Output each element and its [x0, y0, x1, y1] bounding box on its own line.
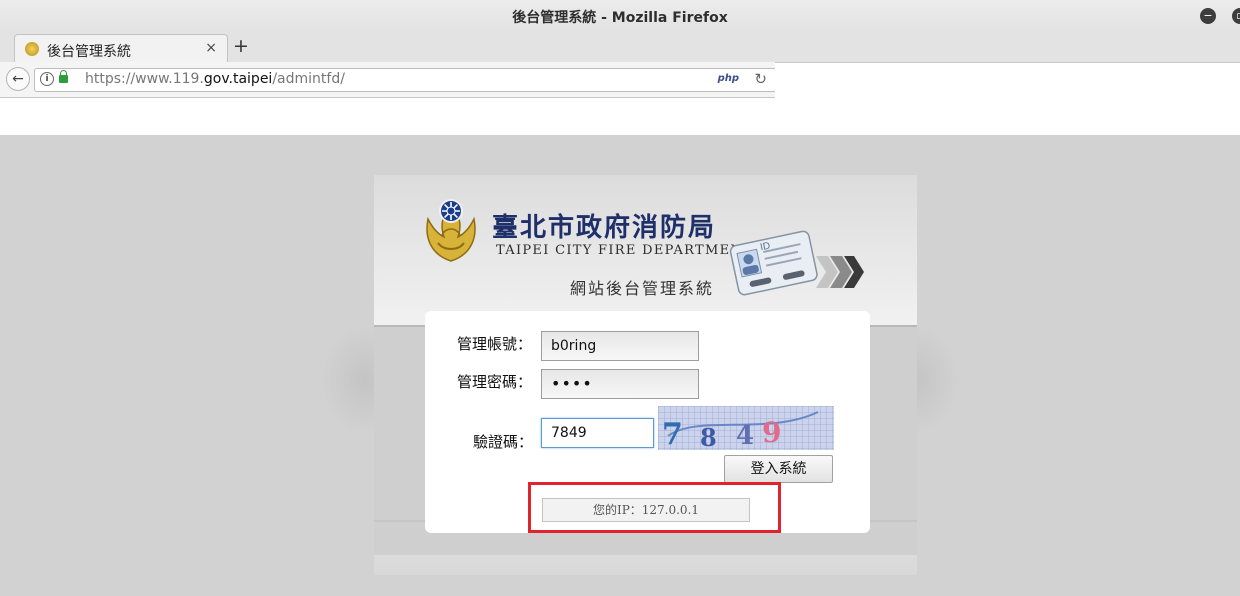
- url-prefix: https://www.119.: [85, 71, 204, 87]
- captcha-char: 7: [662, 417, 683, 450]
- password-input[interactable]: ••••: [541, 369, 699, 399]
- tab-admin-system[interactable]: 後台管理系統 ×: [14, 34, 228, 63]
- divider-line: [374, 325, 426, 327]
- php-badge: php: [717, 73, 739, 84]
- url-domain: gov.taipei: [203, 71, 273, 87]
- close-tab-icon[interactable]: ×: [205, 40, 217, 56]
- captcha-label: 驗證碼：: [473, 433, 534, 451]
- url-bar[interactable]: i https://www.119.gov.taipei/admintfd/ p…: [34, 68, 775, 92]
- url-path: /admintfd/: [272, 71, 345, 87]
- account-input[interactable]: b0ring: [541, 331, 699, 361]
- window-title: 後台管理系統 - Mozilla Firefox: [512, 10, 728, 26]
- navigation-bar: ← i https://www.119.gov.taipei/admintfd/…: [0, 62, 775, 98]
- captcha-char: 8: [700, 423, 717, 450]
- minimize-window-icon[interactable]: −: [1200, 8, 1216, 24]
- favicon-icon: [25, 42, 39, 56]
- system-name: 網站後台管理系統: [570, 279, 715, 298]
- window-titlebar: 後台管理系統 - Mozilla Firefox − ▫: [0, 0, 1240, 32]
- info-icon[interactable]: i: [40, 72, 54, 86]
- fire-department-emblem-icon: [426, 199, 476, 262]
- captcha-image[interactable]: 7 8 4 9: [658, 406, 834, 450]
- lock-icon: [59, 70, 68, 83]
- password-label: 管理密碼：: [457, 373, 533, 391]
- back-arrow-icon[interactable]: ←: [6, 67, 30, 91]
- id-card-icon: ID: [729, 230, 864, 296]
- tab-strip: 後台管理系統 × +: [0, 32, 1240, 63]
- highlight-box: [528, 482, 781, 533]
- divider-line: [869, 325, 917, 327]
- tab-label: 後台管理系統: [47, 44, 131, 60]
- captcha-char: 4: [736, 421, 754, 450]
- url-text[interactable]: https://www.119.gov.taipei/admintfd/: [85, 71, 345, 87]
- organization-name-en: TAIPEI CITY FIRE DEPARTMENT: [496, 243, 754, 258]
- captcha-input[interactable]: 7849: [541, 418, 654, 448]
- account-label: 管理帳號：: [457, 335, 533, 353]
- reload-icon[interactable]: ↻: [754, 70, 767, 88]
- organization-name-zh: 臺北市政府消防局: [492, 213, 717, 243]
- login-button[interactable]: 登入系統: [724, 455, 833, 483]
- new-tab-button[interactable]: +: [233, 35, 249, 57]
- captcha-char: 9: [762, 416, 781, 449]
